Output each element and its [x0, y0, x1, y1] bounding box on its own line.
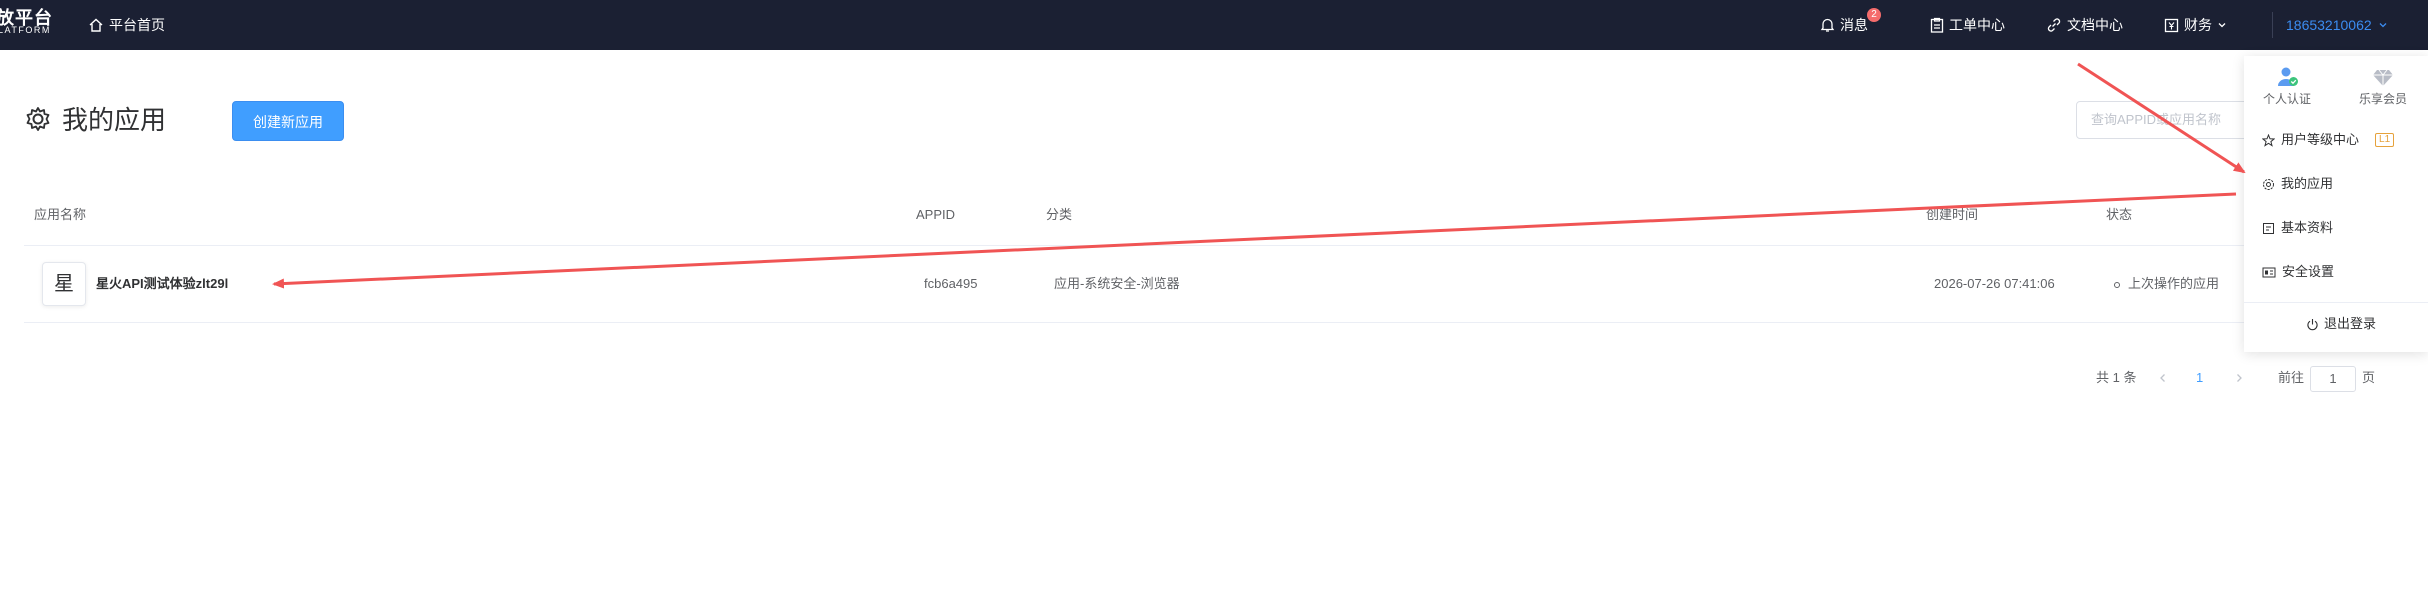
diamond-icon [2373, 69, 2393, 86]
page-title: 我的应用 [62, 105, 167, 135]
app-appid: fcb6a495 [924, 276, 978, 291]
app-category: 应用-系统安全-浏览器 [1054, 276, 1180, 291]
column-header-status: 状态 [2106, 207, 2133, 222]
clipboard-icon [1930, 17, 1944, 33]
finance-icon [2164, 18, 2179, 32]
navbar-divider [2272, 12, 2273, 38]
nav-finance-label: 财务 [2184, 17, 2212, 33]
app-status: 上次操作的应用 [2114, 274, 2219, 294]
column-header-appid: APPID [916, 207, 956, 222]
bell-icon [1820, 18, 1835, 32]
menu-profile[interactable]: 基本资料 [2262, 218, 2333, 238]
menu-my-apps-label: 我的应用 [2281, 176, 2334, 191]
menu-personal-verify[interactable]: 个人认证 [2252, 66, 2322, 107]
nav-messages[interactable]: 消息 2 [1820, 0, 1881, 50]
top-navbar: 放平台 LATFORM 平台首页 消息 2 工单中心 文档中心 财务 18653… [0, 0, 2428, 50]
nav-docs[interactable]: 文档中心 [2046, 0, 2123, 50]
menu-membership[interactable]: 乐享会员 [2348, 66, 2418, 107]
app-logo: 星 [42, 262, 86, 306]
status-dot-icon [2114, 281, 2120, 288]
goto-page-input[interactable]: 1 [2310, 366, 2356, 392]
column-header-category: 分类 [1046, 207, 1073, 222]
user-phone-number: 18653210062 [2286, 17, 2372, 33]
user-verified-icon [2278, 67, 2298, 86]
user-level-badge: L1 [2375, 133, 2395, 147]
app-status-label: 上次操作的应用 [2128, 276, 2220, 291]
menu-level-center-label: 用户等级中心 [2281, 132, 2360, 147]
app-created-time: 2026-07-26 07:41:06 [1934, 276, 2055, 291]
nav-docs-label: 文档中心 [2067, 17, 2123, 33]
platform-logo-subtitle: LATFORM [0, 25, 51, 35]
table-header-divider [24, 245, 2244, 246]
home-icon [89, 18, 103, 32]
table-row-divider [24, 322, 2244, 323]
message-count-badge: 2 [1867, 8, 1881, 22]
next-page-icon[interactable] [2234, 373, 2244, 383]
page-suffix: 页 [2362, 370, 2376, 385]
id-card-icon [2262, 267, 2276, 277]
menu-my-apps[interactable]: 我的应用 [2262, 174, 2333, 194]
menu-logout-label: 退出登录 [2324, 316, 2377, 331]
gear-icon [2263, 178, 2274, 190]
create-app-button[interactable]: 创建新应用 [232, 101, 344, 141]
pagination-total: 共 1 条 [2096, 370, 2137, 385]
star-icon [2262, 133, 2275, 147]
user-dropdown-menu: 个人认证 乐享会员 用户等级中心 L1 我的应用 基本资料 安全设置 退出登录 [2244, 56, 2428, 352]
gear-icon [26, 107, 50, 131]
link-icon [2047, 18, 2061, 32]
nav-messages-label: 消息 [1840, 17, 1868, 33]
goto-label: 前往 [2278, 370, 2305, 385]
prev-page-icon[interactable] [2158, 373, 2168, 383]
chevron-down-icon [2218, 23, 2226, 28]
menu-divider [2244, 302, 2428, 303]
power-icon [2307, 318, 2318, 330]
app-name-link[interactable]: 星火API测试体验zlt29l [96, 274, 228, 294]
menu-logout[interactable]: 退出登录 [2306, 314, 2376, 334]
chevron-down-icon [2379, 23, 2387, 28]
menu-level-center[interactable]: 用户等级中心 L1 [2262, 130, 2395, 150]
edit-document-icon [2263, 222, 2274, 234]
column-header-created: 创建时间 [1926, 207, 1979, 222]
user-account-menu[interactable]: 18653210062 [2286, 0, 2388, 50]
menu-profile-label: 基本资料 [2281, 220, 2334, 235]
menu-security[interactable]: 安全设置 [2262, 262, 2334, 282]
nav-home[interactable]: 平台首页 [88, 0, 165, 50]
menu-personal-verify-label: 个人认证 [2262, 92, 2311, 106]
nav-tickets-label: 工单中心 [1949, 17, 2005, 33]
menu-security-label: 安全设置 [2282, 264, 2335, 279]
column-header-name: 应用名称 [34, 207, 87, 222]
nav-finance[interactable]: 财务 [2164, 0, 2227, 50]
page-number-1[interactable]: 1 [2196, 368, 2203, 388]
annotation-arrows [272, 62, 2246, 289]
nav-home-label: 平台首页 [109, 17, 165, 33]
menu-membership-label: 乐享会员 [2358, 92, 2407, 106]
nav-tickets[interactable]: 工单中心 [1930, 0, 2005, 50]
